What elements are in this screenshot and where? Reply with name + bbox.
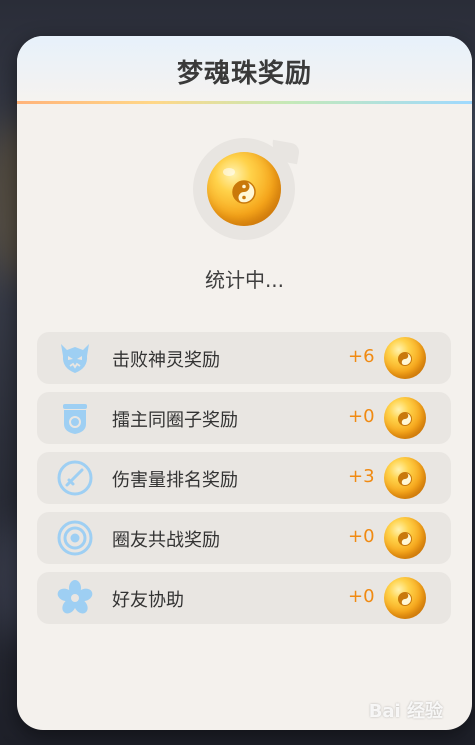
reward-value: +0 [348, 406, 375, 427]
dream-orb-small-icon [384, 577, 426, 619]
dream-orb-small-icon [384, 457, 426, 499]
reward-label: 好友协助 [112, 590, 184, 611]
target-icon [55, 518, 95, 558]
status-text: 统计中... [204, 268, 285, 292]
watermark: Bai 经验 [368, 701, 443, 722]
flower-icon [55, 578, 95, 618]
sword-icon [55, 458, 95, 498]
dream-orb-small-icon [384, 337, 426, 379]
dialog-title: 梦魂珠奖励 [176, 59, 312, 89]
reward-row-damage-rank: 伤害量排名奖励 +3 [37, 452, 451, 504]
dream-orb-small-icon [384, 517, 426, 559]
host-badge-icon [55, 398, 95, 438]
dialog-header: 梦魂珠奖励 [17, 36, 472, 104]
reward-value: +3 [348, 466, 375, 487]
reward-list: 击败神灵奖励 +6 擂主同圈子奖励 +0 伤害量排名奖励 +3 圈友共战奖励 +… [37, 332, 451, 632]
demon-mask-icon [55, 338, 95, 378]
reward-label: 击败神灵奖励 [112, 350, 220, 371]
dream-orb-small-icon [384, 397, 426, 439]
header-divider [17, 101, 472, 104]
reward-label: 圈友共战奖励 [112, 530, 220, 551]
reward-row-defeat-god: 击败神灵奖励 +6 [37, 332, 451, 384]
reward-dialog: 梦魂珠奖励 统计中... 击败神灵奖励 +6 擂主同圈子奖励 +0 伤害量排名奖… [17, 36, 472, 730]
reward-label: 擂主同圈子奖励 [112, 410, 238, 431]
reward-row-host-circle: 擂主同圈子奖励 +0 [37, 392, 451, 444]
reward-value: +0 [348, 526, 375, 547]
reward-value: +0 [348, 586, 375, 607]
reward-row-circle-battle: 圈友共战奖励 +0 [37, 512, 451, 564]
dream-orb-icon [193, 138, 301, 240]
reward-row-friend-assist: 好友协助 +0 [37, 572, 451, 624]
reward-value: +6 [348, 346, 375, 367]
reward-label: 伤害量排名奖励 [112, 470, 238, 491]
